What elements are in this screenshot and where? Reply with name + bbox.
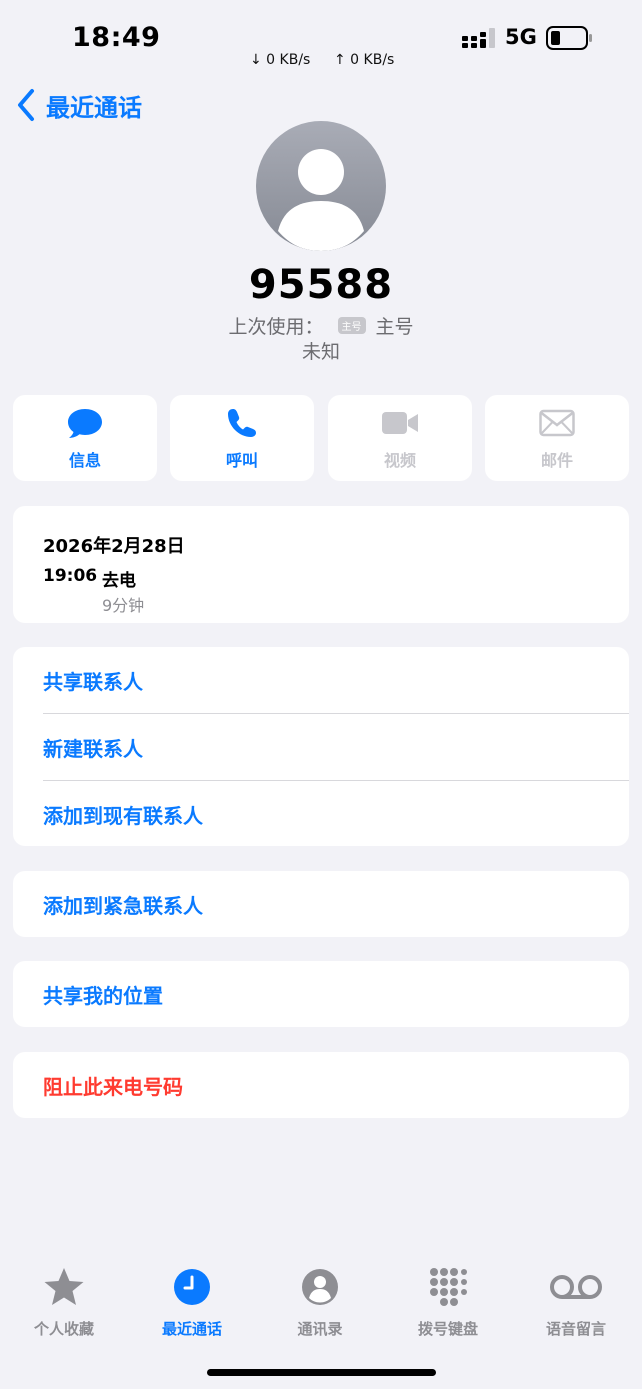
- call-button[interactable]: 呼叫: [170, 395, 314, 481]
- clock-icon: [174, 1269, 210, 1305]
- tab-recents-label: 最近通话: [161, 1320, 222, 1338]
- mail-button[interactable]: 邮件: [485, 395, 629, 481]
- sim-line-label: 主号: [375, 316, 414, 338]
- block-caller-row[interactable]: 阻止此来电号码: [43, 1052, 629, 1118]
- star-icon: [44, 1268, 84, 1305]
- tab-contacts[interactable]: 通讯录: [265, 1262, 375, 1339]
- call-duration: 9分钟: [102, 596, 145, 615]
- keypad-icon: [430, 1268, 467, 1306]
- message-icon: [68, 409, 102, 438]
- action-buttons: 信息 呼叫 视频 邮件: [13, 395, 629, 481]
- mail-label: 邮件: [540, 451, 573, 470]
- tab-keypad-label: 拨号键盘: [417, 1320, 478, 1338]
- location-card: 共享我的位置: [13, 961, 629, 1027]
- video-button[interactable]: 视频: [328, 395, 472, 481]
- tab-favorites-label: 个人收藏: [33, 1320, 94, 1338]
- status-time: 18:49: [72, 22, 161, 53]
- tab-voicemail-label: 语音留言: [545, 1320, 606, 1338]
- download-speed: ↓ 0 KB/s: [250, 52, 311, 68]
- add-emergency-contact-row[interactable]: 添加到紧急联系人: [43, 871, 629, 937]
- message-label: 信息: [68, 451, 101, 470]
- tab-favorites[interactable]: 个人收藏: [9, 1262, 119, 1339]
- last-used-line: 上次使用： 主号 主号: [0, 312, 642, 339]
- call-type: 去电: [102, 571, 136, 591]
- voicemail-icon: [550, 1275, 602, 1299]
- video-label: 视频: [383, 451, 416, 470]
- share-contact-row[interactable]: 共享联系人: [43, 647, 629, 713]
- chevron-left-icon: [18, 89, 34, 121]
- back-label: 最近通话: [46, 93, 142, 122]
- video-icon: [382, 412, 418, 434]
- tab-voicemail[interactable]: 语音留言: [521, 1262, 631, 1339]
- avatar: [256, 121, 386, 251]
- contact-location: 未知: [301, 341, 340, 363]
- contact-number: 95588: [248, 262, 394, 308]
- signal-icon: [462, 28, 495, 48]
- contacts-icon: [302, 1269, 338, 1305]
- share-location-row[interactable]: 共享我的位置: [43, 961, 629, 1027]
- battery-icon: [546, 26, 592, 50]
- call-time: 19:06: [43, 566, 98, 586]
- block-card: 阻止此来电号码: [13, 1052, 629, 1118]
- phone-icon: [228, 409, 256, 437]
- back-button[interactable]: 最近通话: [16, 86, 142, 124]
- call-label: 呼叫: [225, 451, 258, 470]
- contact-options-card: 共享联系人 新建联系人 添加到现有联系人: [13, 647, 629, 846]
- new-contact-row[interactable]: 新建联系人: [43, 714, 629, 780]
- tab-contacts-label: 通讯录: [297, 1320, 343, 1338]
- emergency-card: 添加到紧急联系人: [13, 871, 629, 937]
- network-type: 5G: [505, 25, 537, 49]
- call-date: 2026年2月28日: [43, 536, 185, 557]
- tab-recents[interactable]: 最近通话: [137, 1262, 247, 1339]
- message-button[interactable]: 信息: [13, 395, 157, 481]
- tab-keypad[interactable]: 拨号键盘: [393, 1262, 503, 1339]
- upload-speed: ↑ 0 KB/s: [334, 52, 395, 68]
- mail-icon: [539, 409, 575, 437]
- tab-bar: 个人收藏 最近通话 通讯录 拨号键盘 语音留言: [0, 1262, 642, 1352]
- person-placeholder-icon: [278, 149, 364, 251]
- call-history-card: 2026年2月28日 19:06 去电 9分钟: [13, 506, 629, 623]
- home-indicator[interactable]: [207, 1369, 436, 1376]
- status-bar: 18:49 ↓ 0 KB/s ↑ 0 KB/s 5G: [0, 0, 642, 80]
- last-used-label: 上次使用：: [228, 316, 324, 338]
- add-to-existing-contact-row[interactable]: 添加到现有联系人: [43, 781, 629, 847]
- sim-tag: 主号: [337, 317, 366, 334]
